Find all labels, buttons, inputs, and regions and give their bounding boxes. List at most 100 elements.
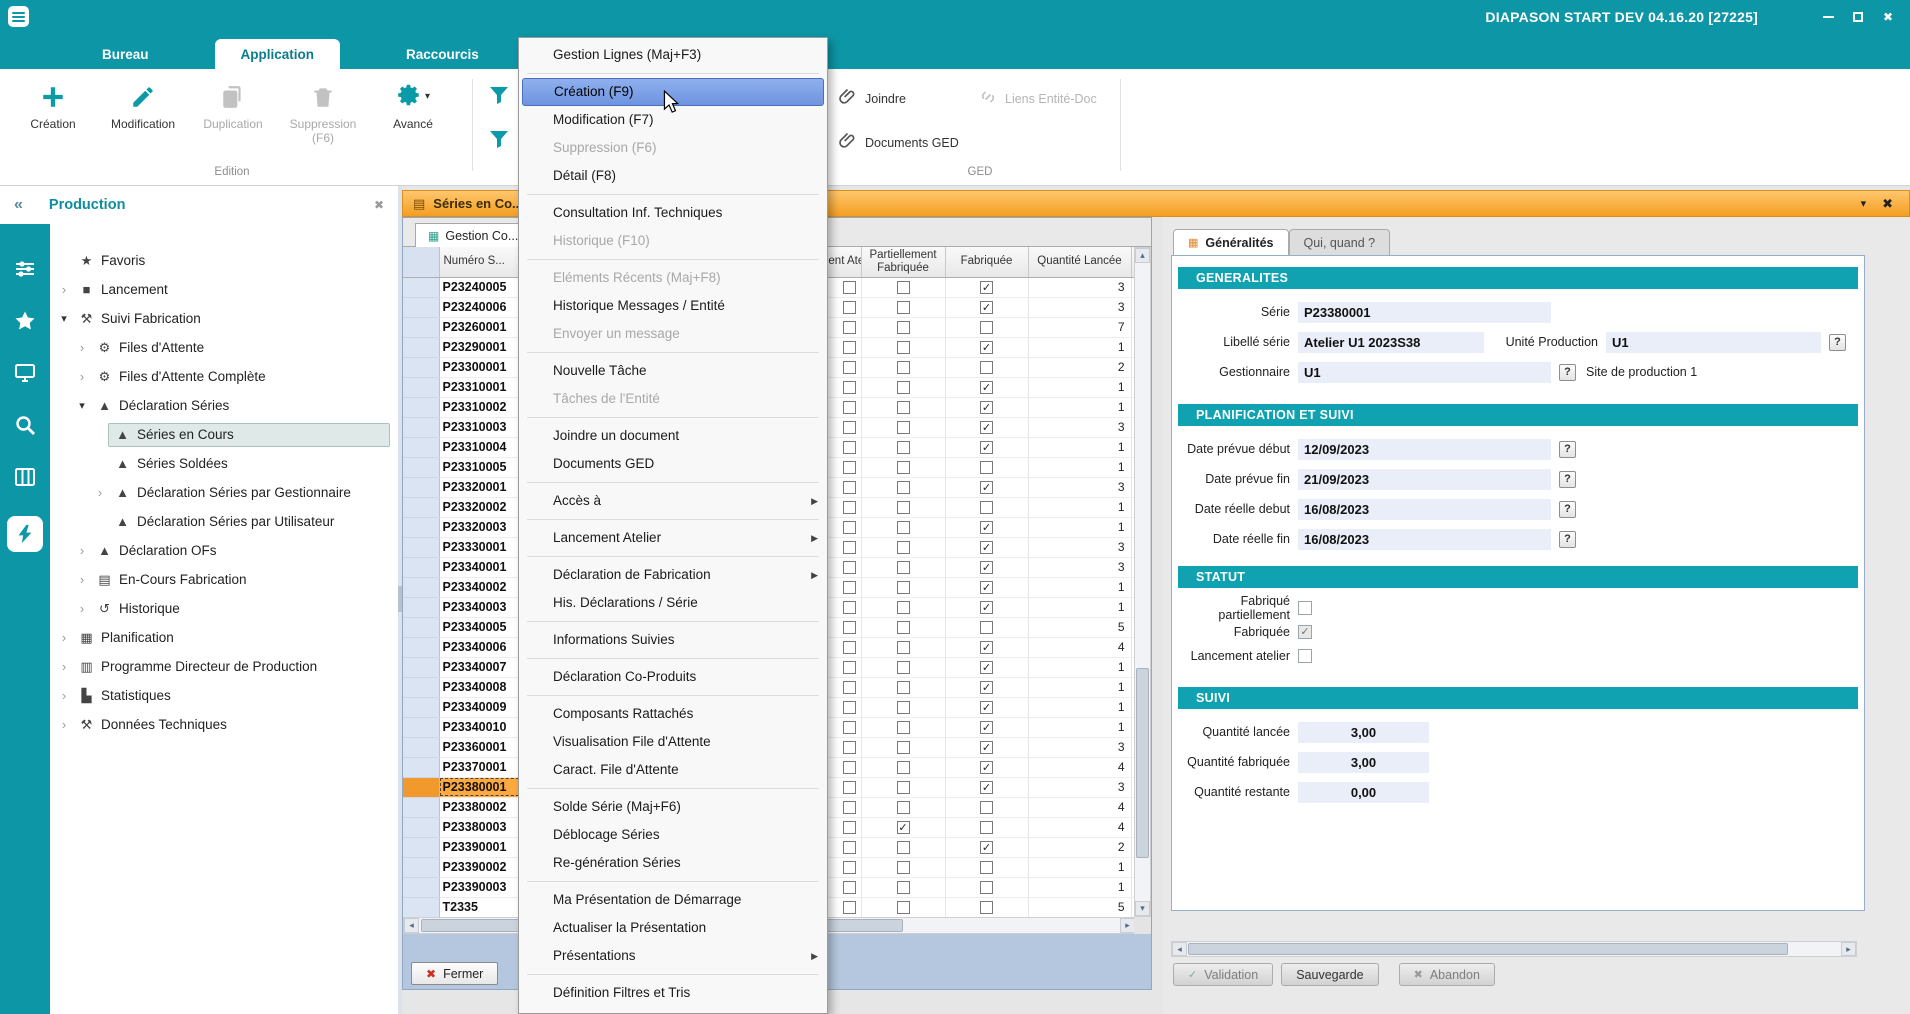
fabriquee-checkbox[interactable]: ✓ — [980, 441, 993, 454]
atelier-checkbox[interactable] — [843, 641, 856, 654]
sauvegarde-button[interactable]: Sauvegarde — [1281, 963, 1378, 986]
atelier-checkbox[interactable] — [843, 421, 856, 434]
fabriquee-checkbox[interactable]: ✓ — [980, 301, 993, 314]
suppression-button[interactable]: Suppression (F6) — [278, 75, 368, 146]
fabriquee-checkbox[interactable] — [980, 461, 993, 474]
menu-item[interactable]: Définition Filtres et Tris — [519, 979, 827, 1007]
date-reelle-fin-field[interactable]: 16/08/2023 — [1298, 529, 1551, 550]
validation-button[interactable]: ✓ Validation — [1173, 963, 1273, 986]
fabriquee-checkbox[interactable] — [980, 861, 993, 874]
tree-expand-icon[interactable]: › — [74, 340, 90, 355]
atelier-checkbox[interactable] — [843, 541, 856, 554]
menu-item[interactable]: Suppression (F6) — [519, 134, 827, 162]
menu-item[interactable]: Tâches de l'Entité — [519, 385, 827, 413]
partiellement-checkbox[interactable] — [897, 721, 910, 734]
tab-qui-quand[interactable]: Qui, quand ? — [1289, 229, 1391, 255]
fabriquee-checkbox[interactable]: ✓ — [980, 421, 993, 434]
row-header[interactable] — [403, 597, 439, 617]
fabriquee-checkbox[interactable]: ✓ — [980, 701, 993, 714]
fabriquee-checkbox[interactable]: ✓ — [980, 381, 993, 394]
partiellement-checkbox[interactable] — [897, 481, 910, 494]
quantite-restante-field[interactable]: 0,00 — [1298, 782, 1429, 803]
fabriquee-checkbox[interactable]: ✓ — [980, 681, 993, 694]
menu-item[interactable]: Eléments Récents (Maj+F8) — [519, 264, 827, 292]
row-header[interactable] — [403, 677, 439, 697]
menu-item[interactable]: Déclaration Co-Produits — [519, 663, 827, 691]
fabriquee-checkbox[interactable] — [980, 621, 993, 634]
partiellement-checkbox[interactable] — [897, 421, 910, 434]
row-header[interactable] — [403, 557, 439, 577]
help-button[interactable]: ? — [1829, 334, 1846, 351]
partiellement-checkbox[interactable] — [897, 861, 910, 874]
atelier-checkbox[interactable] — [843, 761, 856, 774]
partiellement-checkbox[interactable] — [897, 881, 910, 894]
tree-expand-icon[interactable]: › — [56, 630, 72, 645]
atelier-checkbox[interactable] — [843, 621, 856, 634]
fabriquee-checkbox[interactable]: ✓ — [980, 741, 993, 754]
fabriquee-checkbox[interactable]: ✓ — [980, 721, 993, 734]
scroll-thumb[interactable] — [1188, 943, 1788, 955]
row-header[interactable] — [403, 277, 439, 297]
tree-expand-icon[interactable]: › — [56, 717, 72, 732]
scroll-right-icon[interactable]: ▸ — [1120, 918, 1135, 933]
atelier-checkbox[interactable] — [843, 861, 856, 874]
menu-item[interactable]: Consultation Inf. Techniques — [519, 199, 827, 227]
row-header[interactable] — [403, 717, 439, 737]
atelier-checkbox[interactable] — [843, 281, 856, 294]
partiellement-checkbox[interactable] — [897, 801, 910, 814]
atelier-checkbox[interactable] — [843, 601, 856, 614]
tree-expand-icon[interactable]: › — [74, 572, 90, 587]
menu-item[interactable]: Historique Messages / Entité — [519, 292, 827, 320]
menu-item[interactable]: Visualisation File d'Attente — [519, 728, 827, 756]
menu-item[interactable]: Documents GED — [519, 450, 827, 478]
atelier-checkbox[interactable] — [843, 521, 856, 534]
menu-item[interactable]: Ma Présentation de Démarrage — [519, 886, 827, 914]
date-reelle-debut-field[interactable]: 16/08/2023 — [1298, 499, 1551, 520]
tree-item[interactable]: ▾⚒Suivi Fabrication — [50, 304, 398, 333]
menu-item[interactable]: Déclaration de Fabrication▶ — [519, 561, 827, 589]
partiellement-checkbox[interactable] — [897, 681, 910, 694]
date-prevue-debut-field[interactable]: 12/09/2023 — [1298, 439, 1551, 460]
menu-item[interactable]: Nouvelle Tâche — [519, 357, 827, 385]
menu-item[interactable]: Joindre un document — [519, 422, 827, 450]
fabrique-partiellement-checkbox[interactable] — [1298, 601, 1312, 615]
vertical-scrollbar[interactable]: ▴ ▾ — [1134, 247, 1151, 917]
atelier-checkbox[interactable] — [843, 461, 856, 474]
partiellement-checkbox[interactable] — [897, 561, 910, 574]
scroll-left-icon[interactable]: ◂ — [1172, 942, 1187, 956]
libelle-field[interactable]: Atelier U1 2023S38 — [1298, 332, 1484, 353]
atelier-checkbox[interactable] — [843, 841, 856, 854]
fabriquee-checkbox[interactable]: ✓ — [980, 521, 993, 534]
partiellement-checkbox[interactable] — [897, 501, 910, 514]
tree-item[interactable]: ›▙Statistiques — [50, 681, 398, 710]
menu-item[interactable]: Historique (F10) — [519, 227, 827, 255]
fabriquee-checkbox[interactable]: ✓ — [980, 641, 993, 654]
menu-item[interactable]: Lancement Atelier▶ — [519, 524, 827, 552]
atelier-checkbox[interactable] — [843, 381, 856, 394]
partiellement-checkbox[interactable] — [897, 841, 910, 854]
scroll-thumb[interactable] — [1136, 668, 1149, 858]
scroll-right-icon[interactable]: ▸ — [1841, 942, 1856, 956]
atelier-checkbox[interactable] — [843, 441, 856, 454]
row-header[interactable] — [403, 897, 439, 917]
fabriquee-checkbox[interactable]: ✓ — [980, 561, 993, 574]
menu-item[interactable]: Composants Rattachés — [519, 700, 827, 728]
partiellement-checkbox[interactable] — [897, 321, 910, 334]
col-partiellement[interactable]: Partiellement Fabriquée — [861, 247, 945, 277]
tree-item[interactable]: ›↺Historique — [50, 594, 398, 623]
close-button[interactable]: ✖ — [1874, 6, 1902, 28]
fabriquee-checkbox[interactable]: ✓ — [980, 781, 993, 794]
menu-item[interactable]: Présentations▶ — [519, 942, 827, 970]
tree-item[interactable]: ›▥Programme Directeur de Production — [50, 652, 398, 681]
scroll-down-icon[interactable]: ▾ — [1135, 901, 1150, 916]
row-header[interactable] — [403, 857, 439, 877]
fabriquee-checkbox[interactable] — [980, 901, 993, 914]
partiellement-checkbox[interactable] — [897, 581, 910, 594]
partiellement-checkbox[interactable] — [897, 661, 910, 674]
row-header[interactable] — [403, 737, 439, 757]
partiellement-checkbox[interactable] — [897, 361, 910, 374]
tree-item[interactable]: ›■Lancement — [50, 275, 398, 304]
row-header[interactable] — [403, 617, 439, 637]
row-header[interactable] — [403, 797, 439, 817]
close-panel-icon[interactable]: ✖ — [374, 198, 384, 212]
